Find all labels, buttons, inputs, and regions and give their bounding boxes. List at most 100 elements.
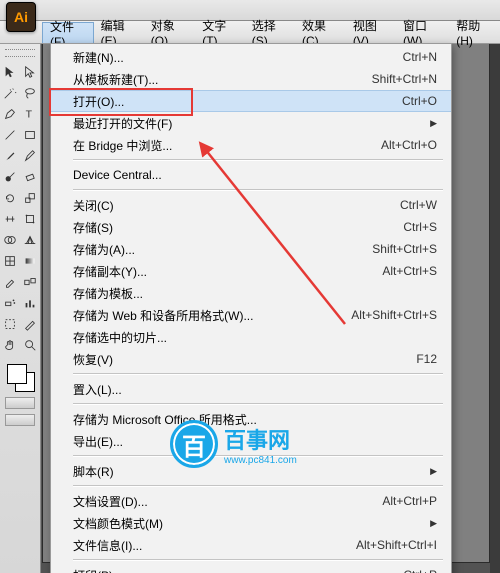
lasso-tool-icon[interactable] xyxy=(20,83,40,103)
blend-tool-icon[interactable] xyxy=(20,272,40,292)
menu-separator xyxy=(73,373,443,375)
pen-tool-icon[interactable] xyxy=(0,104,20,124)
menu-item-label: Device Central... xyxy=(73,168,437,182)
menu-item[interactable]: 存储为 Web 和设备所用格式(W)...Alt+Shift+Ctrl+S xyxy=(51,304,451,326)
app-window: Ai 文件(F)编辑(E)对象(O)文字(T)选择(S)效果(C)视图(V)窗口… xyxy=(0,0,500,573)
paintbrush-tool-icon[interactable] xyxy=(0,146,20,166)
vertical-scrollbar[interactable] xyxy=(490,43,500,573)
eraser-tool-icon[interactable] xyxy=(20,167,40,187)
menu-separator xyxy=(73,559,443,561)
menu-6[interactable]: 视图(V) xyxy=(346,21,396,43)
fill-stroke-swatches[interactable] xyxy=(5,362,35,392)
pencil-tool-icon[interactable] xyxy=(20,146,40,166)
width-tool-icon[interactable] xyxy=(0,209,20,229)
symbol-sprayer-tool-icon[interactable] xyxy=(0,293,20,313)
menu-item-label: 文档设置(D)... xyxy=(73,493,370,510)
rectangle-tool-icon[interactable] xyxy=(20,125,40,145)
watermark-title: 百事网 xyxy=(224,423,297,455)
menu-3[interactable]: 文字(T) xyxy=(195,21,245,43)
menu-item-label: 存储选中的切片... xyxy=(73,329,437,346)
menu-item[interactable]: 文档颜色模式(M)▶ xyxy=(51,512,451,534)
menu-0[interactable]: 文件(F) xyxy=(42,22,94,43)
gradient-tool-icon[interactable] xyxy=(20,251,40,271)
menu-item[interactable]: 从模板新建(T)... Shift+Ctrl+N xyxy=(51,68,451,90)
color-mode-toggle[interactable] xyxy=(5,397,35,409)
menu-separator xyxy=(73,403,443,405)
menu-item[interactable]: 打开(O)... Ctrl+O xyxy=(51,90,451,112)
eyedropper-tool-icon[interactable] xyxy=(0,272,20,292)
menu-item[interactable]: 关闭(C)Ctrl+W xyxy=(51,194,451,216)
menu-separator xyxy=(73,159,443,161)
file-menu-dropdown: 新建(N)... Ctrl+N 从模板新建(T)... Shift+Ctrl+N 打开(… xyxy=(50,43,452,573)
menu-item-label: 关闭(C) xyxy=(73,197,388,214)
hand-tool-icon[interactable] xyxy=(0,335,20,355)
menu-item[interactable]: 存储为模板... xyxy=(51,282,451,304)
menu-7[interactable]: 窗口(W) xyxy=(396,21,449,43)
artboard-tool-icon[interactable] xyxy=(0,314,20,334)
menu-item[interactable]: Device Central... xyxy=(51,164,451,186)
menu-item[interactable]: 在 Bridge 中浏览... Alt+Ctrl+O xyxy=(51,134,451,156)
menu-8[interactable]: 帮助(H) xyxy=(449,21,500,43)
perspective-grid-tool-icon[interactable] xyxy=(20,230,40,250)
blob-brush-tool-icon[interactable] xyxy=(0,167,20,187)
watermark-url: www.pc841.com xyxy=(224,455,297,466)
menu-item-label: 存储为模板... xyxy=(73,285,437,302)
selection-tool-icon[interactable] xyxy=(0,62,20,82)
shape-builder-tool-icon[interactable] xyxy=(0,230,20,250)
menu-item[interactable]: 打印(P)... Ctrl+P xyxy=(51,564,451,573)
menu-item-shortcut: Ctrl+O xyxy=(402,94,437,108)
screen-mode-toggle[interactable] xyxy=(5,414,35,426)
menu-item-label: 在 Bridge 中浏览... xyxy=(73,137,369,154)
menu-1[interactable]: 编辑(E) xyxy=(94,21,144,43)
rotate-tool-icon[interactable] xyxy=(0,188,20,208)
slice-tool-icon[interactable] xyxy=(20,314,40,334)
menu-item[interactable]: 文件信息(I)...Alt+Shift+Ctrl+I xyxy=(51,534,451,556)
column-graph-tool-icon[interactable] xyxy=(20,293,40,313)
menu-item-shortcut: F12 xyxy=(416,352,437,366)
menu-item-shortcut: Shift+Ctrl+S xyxy=(372,242,437,256)
menu-item-shortcut: Ctrl+N xyxy=(403,50,437,64)
magic-wand-tool-icon[interactable] xyxy=(0,83,20,103)
menu-item[interactable]: 存储(S)Ctrl+S xyxy=(51,216,451,238)
menu-item[interactable]: 存储副本(Y)... Alt+Ctrl+S xyxy=(51,260,451,282)
menu-item-label: 恢复(V) xyxy=(73,351,404,368)
menu-item-shortcut: Alt+Ctrl+S xyxy=(382,264,437,278)
menu-item[interactable]: 存储为(A)... Shift+Ctrl+S xyxy=(51,238,451,260)
menu-item[interactable]: 文档设置(D)...Alt+Ctrl+P xyxy=(51,490,451,512)
tool-panel: T xyxy=(0,43,41,573)
menu-item-label: 从模板新建(T)... xyxy=(73,71,360,88)
type-tool-icon[interactable]: T xyxy=(20,104,40,124)
menu-item[interactable]: 置入(L)... xyxy=(51,378,451,400)
menu-item-label: 存储为 Web 和设备所用格式(W)... xyxy=(73,307,339,324)
line-tool-icon[interactable] xyxy=(0,125,20,145)
free-transform-tool-icon[interactable] xyxy=(20,209,40,229)
menu-2[interactable]: 对象(O) xyxy=(144,21,195,43)
direct-selection-tool-icon[interactable] xyxy=(20,62,40,82)
menu-5[interactable]: 效果(C) xyxy=(295,21,346,43)
mesh-tool-icon[interactable] xyxy=(0,251,20,271)
menu-item[interactable]: 最近打开的文件(F) ▶ xyxy=(51,112,451,134)
menu-item-label: 最近打开的文件(F) xyxy=(73,115,418,132)
menu-item[interactable]: 恢复(V) F12 xyxy=(51,348,451,370)
menu-item-label: 置入(L)... xyxy=(73,381,437,398)
menu-item-label: 文件信息(I)... xyxy=(73,537,344,554)
menubar: 文件(F)编辑(E)对象(O)文字(T)选择(S)效果(C)视图(V)窗口(W)… xyxy=(0,21,500,44)
submenu-arrow-icon: ▶ xyxy=(430,118,437,129)
app-logo: Ai xyxy=(6,2,36,32)
menu-item-label: 打开(O)... xyxy=(73,93,390,110)
menu-item-shortcut: Alt+Ctrl+O xyxy=(381,138,437,152)
menu-item-shortcut: Ctrl+P xyxy=(403,568,437,573)
scale-tool-icon[interactable] xyxy=(20,188,40,208)
menu-item-label: 存储副本(Y)... xyxy=(73,263,370,280)
menu-4[interactable]: 选择(S) xyxy=(245,21,295,43)
menu-item[interactable]: 新建(N)... Ctrl+N xyxy=(51,46,451,68)
menu-item-label: 新建(N)... xyxy=(73,49,391,66)
menu-separator xyxy=(73,189,443,191)
menu-item-shortcut: Shift+Ctrl+N xyxy=(372,72,437,86)
menu-item-label: 打印(P)... xyxy=(73,567,391,573)
zoom-tool-icon[interactable] xyxy=(20,335,40,355)
menu-item[interactable]: 存储选中的切片... xyxy=(51,326,451,348)
menu-item-label: 存储为(A)... xyxy=(73,241,360,258)
panel-grip[interactable] xyxy=(5,49,35,57)
watermark-logo-icon: 百 xyxy=(170,420,218,468)
